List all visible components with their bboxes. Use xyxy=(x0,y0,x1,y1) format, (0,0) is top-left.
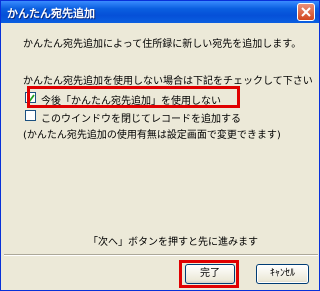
title-bar[interactable]: かんたん宛先追加 xyxy=(1,1,319,23)
highlight-box-option xyxy=(27,86,240,108)
highlight-box-finish xyxy=(179,260,239,288)
dialog-body xyxy=(4,23,316,289)
intro-text: かんたん宛先追加によって住所録に新しい宛先を追加します。 xyxy=(23,39,302,50)
close-icon xyxy=(301,7,311,17)
dialog-window: かんたん宛先追加 かんたん宛先追加によって住所録に新しい宛先を追加します。 かん… xyxy=(0,0,320,291)
prompt-text: かんたん宛先追加を使用しない場合は下記をチェックして下さい xyxy=(23,76,313,87)
note-text: (かんたん宛先追加の使用有無は設定画面で変更できます) xyxy=(23,130,281,141)
window-title: かんたん宛先追加 xyxy=(7,7,95,20)
hint-text: 「次へ」ボタンを押すと先に進みます xyxy=(88,237,258,248)
option-close-add-label[interactable]: このウインドウを閉じてレコードを追加する xyxy=(41,110,241,125)
cancel-button[interactable]: ｷｬﾝｾﾙ xyxy=(256,264,309,284)
checkbox-unchecked[interactable] xyxy=(25,110,36,121)
close-button[interactable] xyxy=(297,3,315,21)
button-separator xyxy=(4,254,318,256)
